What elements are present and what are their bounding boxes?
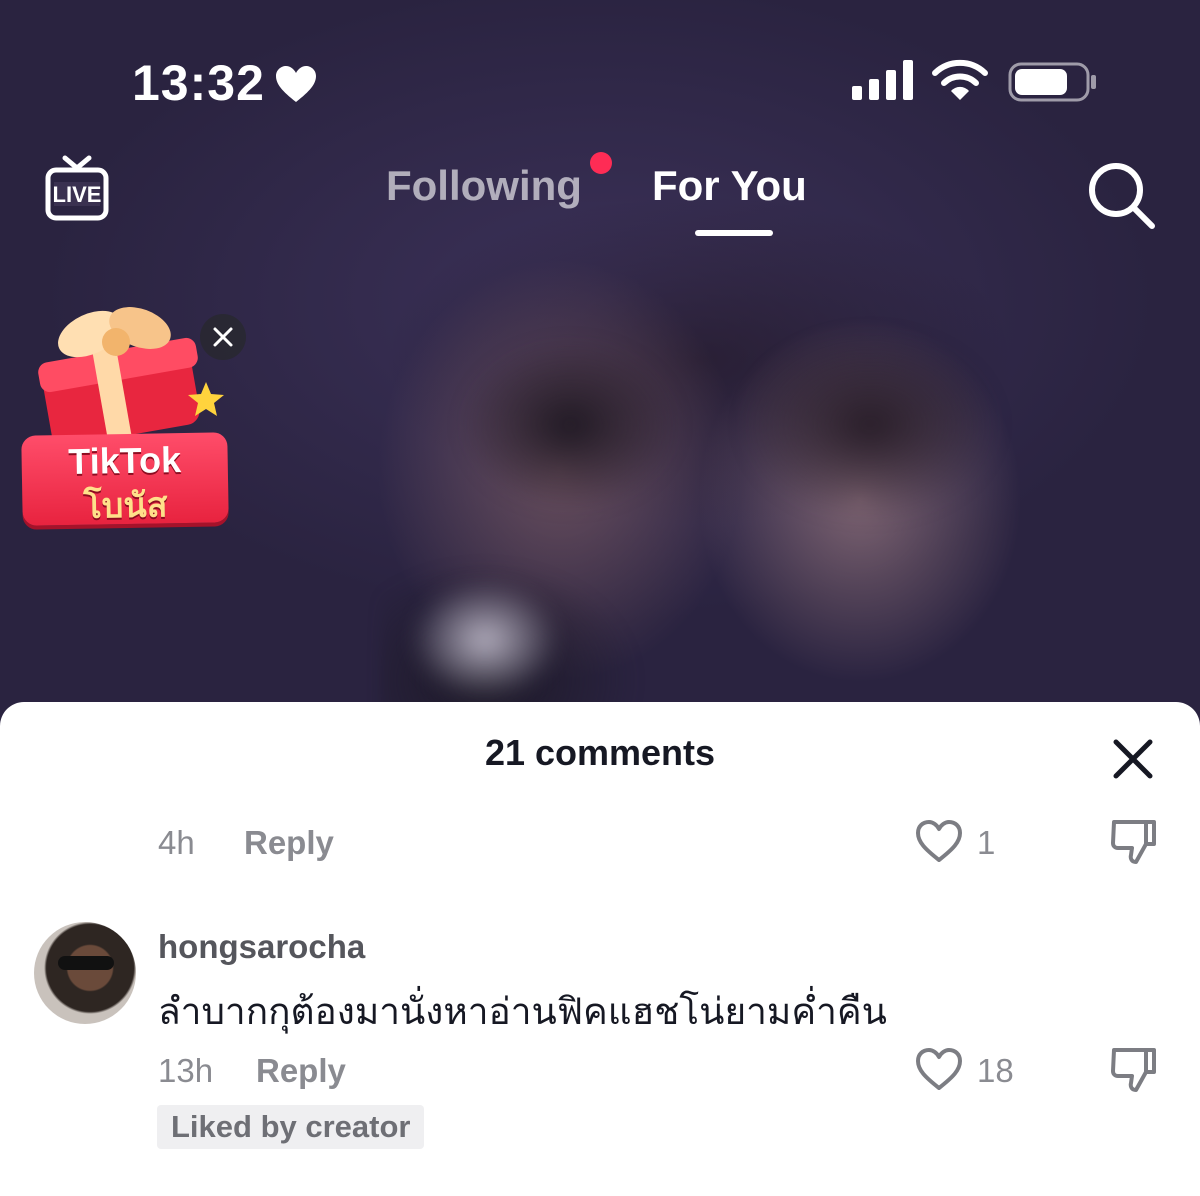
tiktok-bonus-widget[interactable]: TikTok โบนัส <box>18 300 246 530</box>
heart-icon <box>276 66 316 102</box>
comment-time: 13h <box>158 1052 214 1089</box>
bonus-close-button[interactable] <box>200 314 246 360</box>
notification-dot <box>590 152 612 174</box>
tab-for-you[interactable]: For You <box>652 162 807 210</box>
status-bar: 13:32 <box>0 50 1200 120</box>
heart-outline-icon[interactable] <box>914 1046 964 1092</box>
thumbs-down-icon[interactable] <box>1108 816 1158 866</box>
comments-title: 21 comments <box>484 732 716 773</box>
status-time: 13:32 <box>132 55 265 111</box>
like-count: 18 <box>977 1052 1014 1089</box>
liked-by-creator-badge: Liked by creator <box>157 1105 425 1149</box>
avatar-detail <box>58 956 114 970</box>
thumbs-down-icon[interactable] <box>1108 1044 1158 1094</box>
tab-following[interactable]: Following <box>386 162 582 210</box>
avatar[interactable] <box>34 922 136 1024</box>
close-icon[interactable] <box>1108 734 1158 784</box>
bonus-banner: TikTok โบนัส <box>21 432 229 526</box>
wifi-icon <box>932 59 988 100</box>
active-tab-indicator <box>695 230 773 236</box>
like-count: 1 <box>977 824 996 861</box>
signal-icon <box>852 60 913 100</box>
heart-outline-icon[interactable] <box>914 818 964 864</box>
video-frame-detail <box>460 340 680 510</box>
comment-meta-row: 4h Reply 1 <box>0 818 1200 868</box>
reply-button[interactable]: Reply <box>244 824 334 862</box>
gift-icon <box>38 307 224 447</box>
comment-text: ลำบากกุต้องมานั่งหาอ่านฟิคแฮชโน่ยามค่ำคื… <box>158 990 887 1033</box>
comment-username[interactable]: hongsarocha <box>158 928 365 966</box>
search-icon[interactable] <box>1086 158 1158 230</box>
video-frame-detail <box>410 580 560 700</box>
reply-button[interactable]: Reply <box>256 1052 346 1090</box>
video-frame-detail <box>740 330 1000 520</box>
bonus-subtitle: โบนัส <box>83 486 168 526</box>
close-icon <box>213 327 233 347</box>
top-nav: LIVE Following For You <box>0 150 1200 250</box>
live-icon[interactable]: LIVE <box>42 154 112 224</box>
live-label: LIVE <box>53 182 102 207</box>
comment-time: 4h <box>158 824 195 861</box>
battery-icon <box>1008 62 1096 102</box>
comment-meta-row: 13h Reply 18 <box>0 1046 1200 1096</box>
